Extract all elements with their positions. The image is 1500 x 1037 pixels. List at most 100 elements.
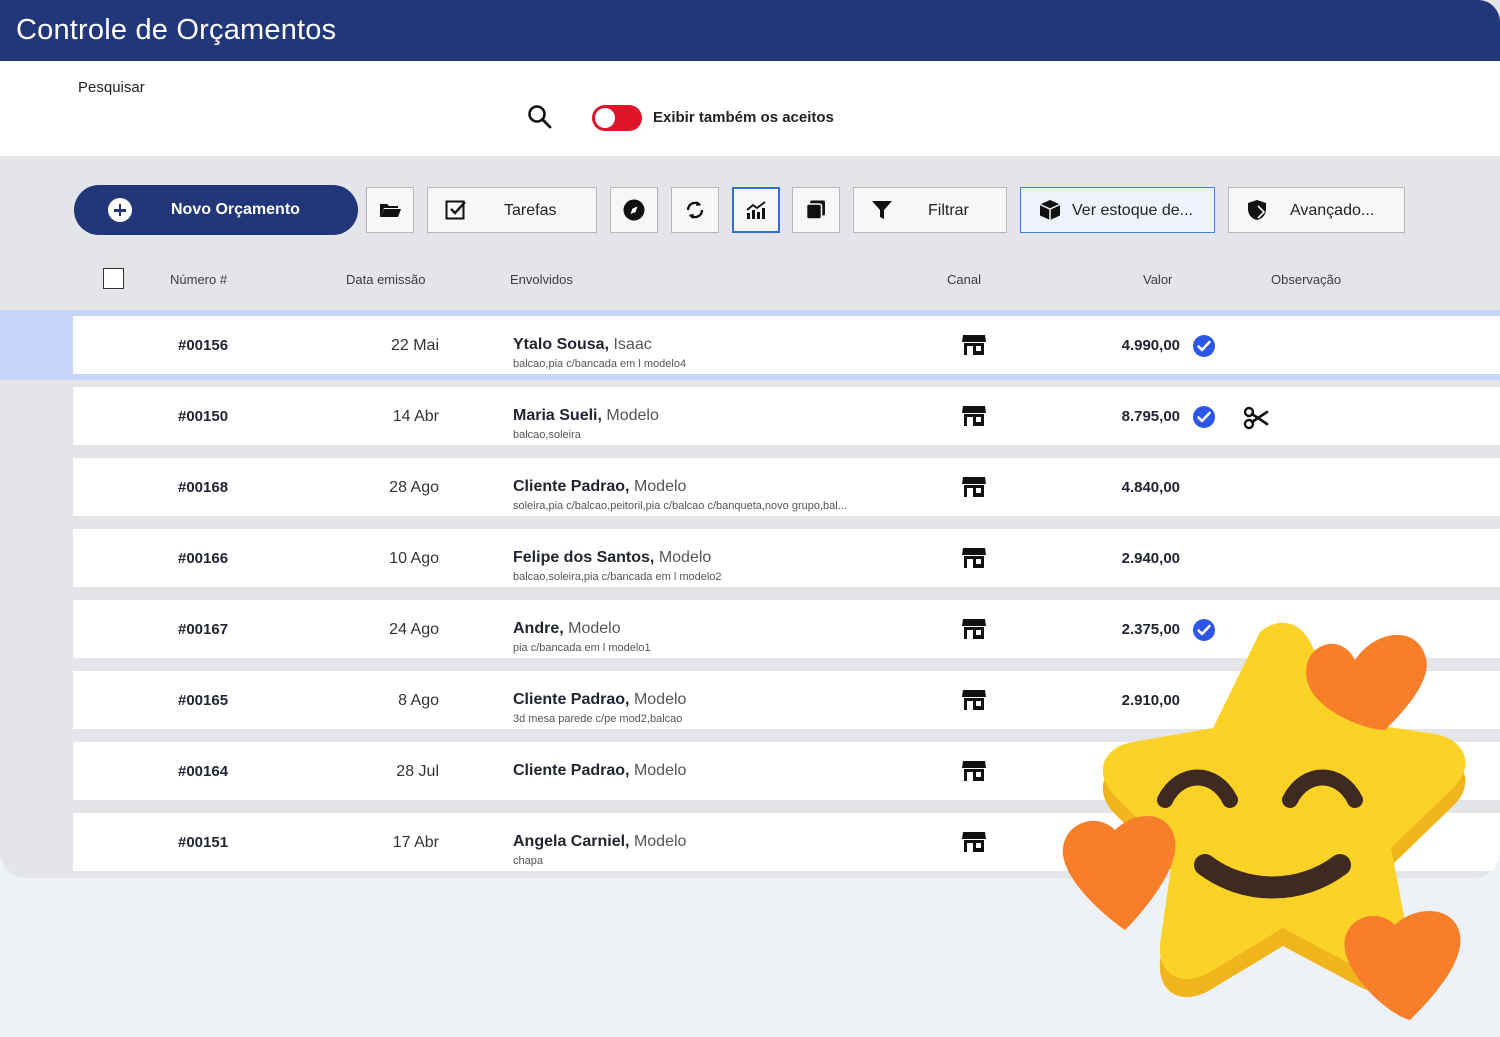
items-summary: balcao,soleira,pia c/bancada em l modelo… [513,571,722,583]
involved-parties: Cliente Padrao, Modelo [513,691,686,709]
copy-icon [805,200,825,220]
budget-value: 4.840,00 [1121,479,1180,496]
shield-icon [1248,200,1266,220]
star-mascot-icon [1062,622,1466,1020]
select-all-checkbox[interactable] [103,268,124,289]
search-label: Pesquisar [78,79,145,96]
issue-date: 28 Ago [389,479,439,496]
new-budget-label: Novo Orçamento [171,201,300,218]
items-summary: balcao,pia c/bancada em l modelo4 [513,358,687,370]
budget-number: #00156 [178,337,229,354]
scissors-icon[interactable] [1243,405,1269,431]
issue-date: 28 Jul [396,763,439,780]
client-name: Ytalo Sousa, [513,336,610,353]
col-data-emissao[interactable]: Data emissão [346,272,425,287]
col-numero[interactable]: Número # [170,272,227,287]
table-row[interactable]: #00150 14 Abr Maria Sueli, Modelo balcao,so… [73,387,1500,445]
store-icon [962,832,986,852]
toolbar: Novo Orçamento Tarefas Filtrar Ver estoq… [0,185,1500,235]
advanced-label: Avançado... [1290,202,1375,219]
issue-date: 8 Ago [398,692,439,709]
compass-icon [623,199,645,221]
client-name: Angela Carniel, [513,833,630,850]
client-name: Cliente Padrao, [513,691,630,708]
store-icon [962,619,986,639]
table-row[interactable]: #00168 28 Ago Cliente Padrao, Modelo soleir… [73,458,1500,516]
seller-name: Modelo [606,407,659,424]
open-folder-button[interactable] [366,187,414,233]
involved-parties: Ytalo Sousa, Isaac [513,336,652,354]
copy-button[interactable] [792,187,840,233]
store-icon [962,548,986,568]
store-icon [962,406,986,426]
issue-date: 17 Abr [392,834,439,851]
chart-trend-icon [746,201,766,219]
issue-date: 22 Mai [390,337,439,354]
seller-name: Modelo [658,549,712,566]
involved-parties: Felipe dos Santos, Modelo [513,549,711,567]
tasks-label: Tarefas [504,202,557,219]
col-envolvidos[interactable]: Envolvidos [510,272,573,287]
involved-parties: Andre, Modelo [513,620,621,638]
items-summary: soleira,pia c/balcao,peitoril,pia c/balc… [513,500,847,512]
table-row[interactable]: #00156 22 Mai Ytalo Sousa, Isaac balcao,pia… [73,316,1500,374]
client-name: Cliente Padrao, [513,762,630,779]
store-icon [962,335,986,355]
items-summary: chapa [513,855,543,867]
budget-number: #00164 [178,763,229,780]
view-stock-button[interactable]: Ver estoque de... [1020,187,1215,233]
budget-number: #00151 [178,834,229,851]
checkbox-checked-icon [445,200,466,220]
budget-value: 2.940,00 [1121,550,1180,567]
show-accepted-toggle[interactable] [592,105,642,131]
filter-label: Filtrar [928,202,969,219]
col-observacao[interactable]: Observação [1271,272,1341,287]
budget-number: #00167 [178,621,229,638]
budget-number: #00150 [178,408,229,425]
folder-open-icon [380,204,401,217]
client-name: Cliente Padrao, [513,478,630,495]
search-panel: Pesquisar Exibir também os aceitos [0,61,1500,156]
involved-parties: Cliente Padrao, Modelo [513,478,686,496]
budget-number: #00166 [178,550,229,567]
refresh-button[interactable] [671,187,719,233]
advanced-button[interactable]: Avançado... [1228,187,1405,233]
budget-number: #00165 [178,692,229,709]
involved-parties: Cliente Padrao, Modelo [513,762,686,780]
client-name: Felipe dos Santos, [513,549,655,566]
toggle-label: Exibir também os aceitos [653,109,834,126]
client-name: Andre, [513,620,564,637]
col-canal[interactable]: Canal [947,272,981,287]
store-icon [962,761,986,781]
involved-parties: Maria Sueli, Modelo [513,407,659,425]
client-name: Maria Sueli, [513,407,602,424]
col-valor[interactable]: Valor [1143,272,1172,287]
compass-button[interactable] [610,187,658,233]
seller-name: Modelo [633,691,687,708]
box-icon [1039,200,1061,220]
table-row[interactable]: #00166 10 Ago Felipe dos Santos, Modelo bal… [73,529,1500,587]
check-badge-icon [1193,406,1215,428]
seller-name: Modelo [633,478,687,495]
search-input[interactable] [78,101,498,135]
filter-icon [872,201,892,219]
chart-button[interactable] [732,187,780,233]
page-title: Controle de Orçamentos [16,14,337,46]
seller-name: Isaac [613,336,652,353]
budget-value: 4.990,00 [1121,337,1180,354]
search-icon[interactable] [526,103,554,131]
seller-name: Modelo [568,620,621,637]
tasks-button[interactable]: Tarefas [427,187,597,233]
plus-icon [108,198,132,222]
store-icon [962,477,986,497]
involved-parties: Angela Carniel, Modelo [513,833,686,851]
store-icon [962,690,986,710]
new-budget-button[interactable]: Novo Orçamento [74,185,358,235]
seller-name: Modelo [633,833,687,850]
refresh-icon [686,201,704,219]
items-summary: pia c/bancada em l modelo1 [513,642,651,654]
budget-value: 8.795,00 [1121,408,1180,425]
items-summary: balcao,soleira [513,429,581,441]
title-bar: Controle de Orçamentos [0,0,1500,61]
filter-button[interactable]: Filtrar [853,187,1007,233]
